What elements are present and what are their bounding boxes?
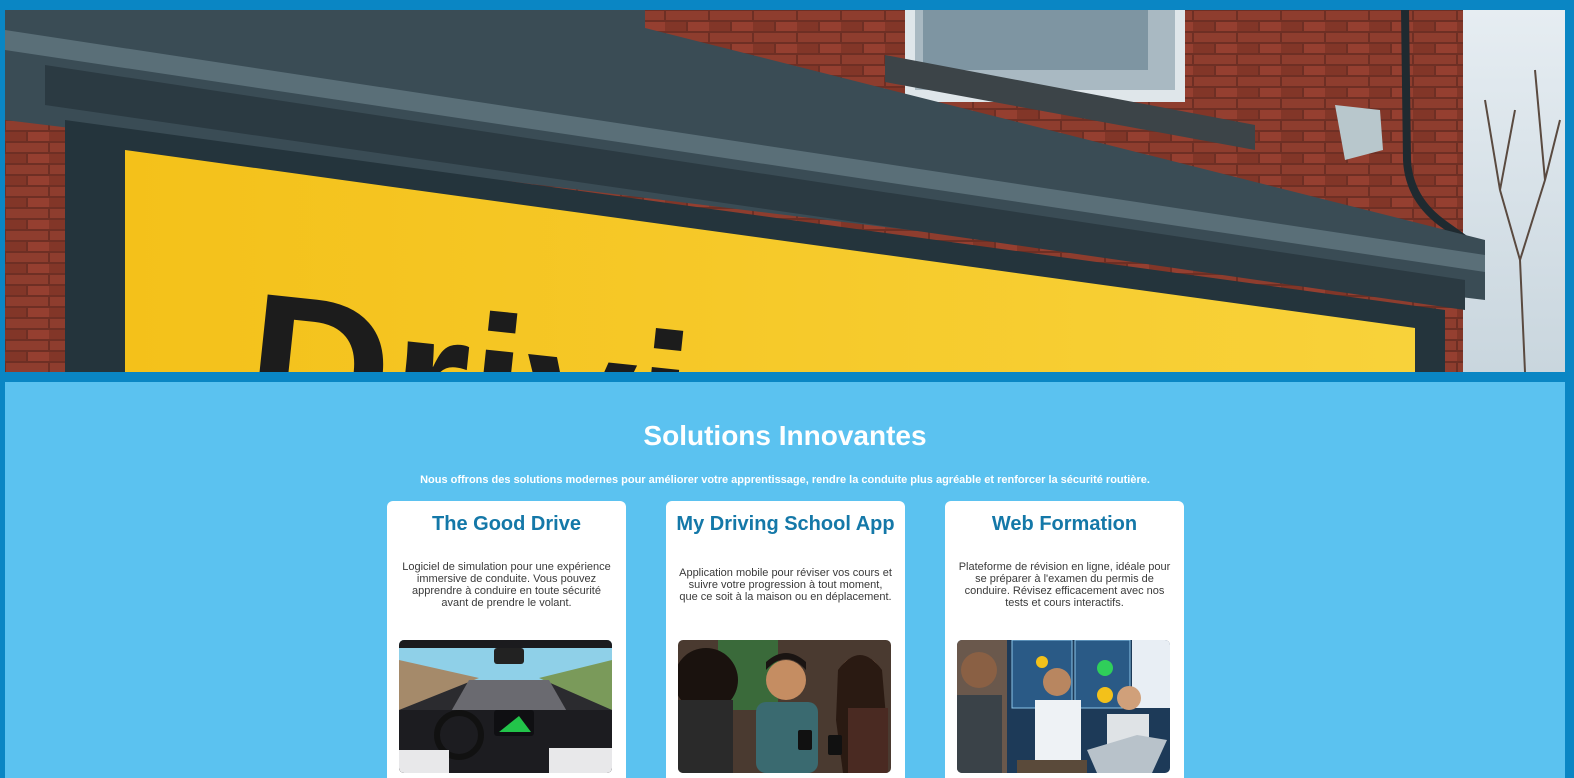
card-description: Plateforme de révision en ligne, idéale … bbox=[958, 561, 1171, 609]
card-the-good-drive[interactable]: The Good Drive Logiciel de simulation po… bbox=[387, 501, 626, 778]
card-image-simulator bbox=[399, 640, 612, 773]
hero-divider bbox=[5, 372, 1565, 382]
card-title: My Driving School App bbox=[676, 513, 895, 535]
hero-banner: Driving Sc bbox=[5, 10, 1565, 372]
hero-image: Driving Sc bbox=[5, 10, 1565, 372]
card-description: Application mobile pour réviser vos cour… bbox=[679, 567, 892, 603]
page-frame: Driving Sc Solutions Innovantes Nous off… bbox=[5, 10, 1565, 778]
card-image-web-training bbox=[957, 640, 1170, 773]
card-title: The Good Drive bbox=[432, 513, 581, 535]
card-title: Web Formation bbox=[991, 513, 1138, 535]
section-title: Solutions Innovantes bbox=[643, 420, 927, 451]
card-image-mobile-app bbox=[678, 640, 891, 773]
section-subtitle: Nous offrons des solutions modernes pour… bbox=[420, 474, 1150, 486]
card-web-formation[interactable]: Web Formation Plateforme de révision en … bbox=[945, 501, 1184, 778]
solutions-section: Solutions Innovantes Nous offrons des so… bbox=[5, 382, 1565, 778]
card-description: Logiciel de simulation pour une expérien… bbox=[402, 561, 611, 609]
card-my-driving-school-app[interactable]: My Driving School App Application mobile… bbox=[666, 501, 905, 778]
